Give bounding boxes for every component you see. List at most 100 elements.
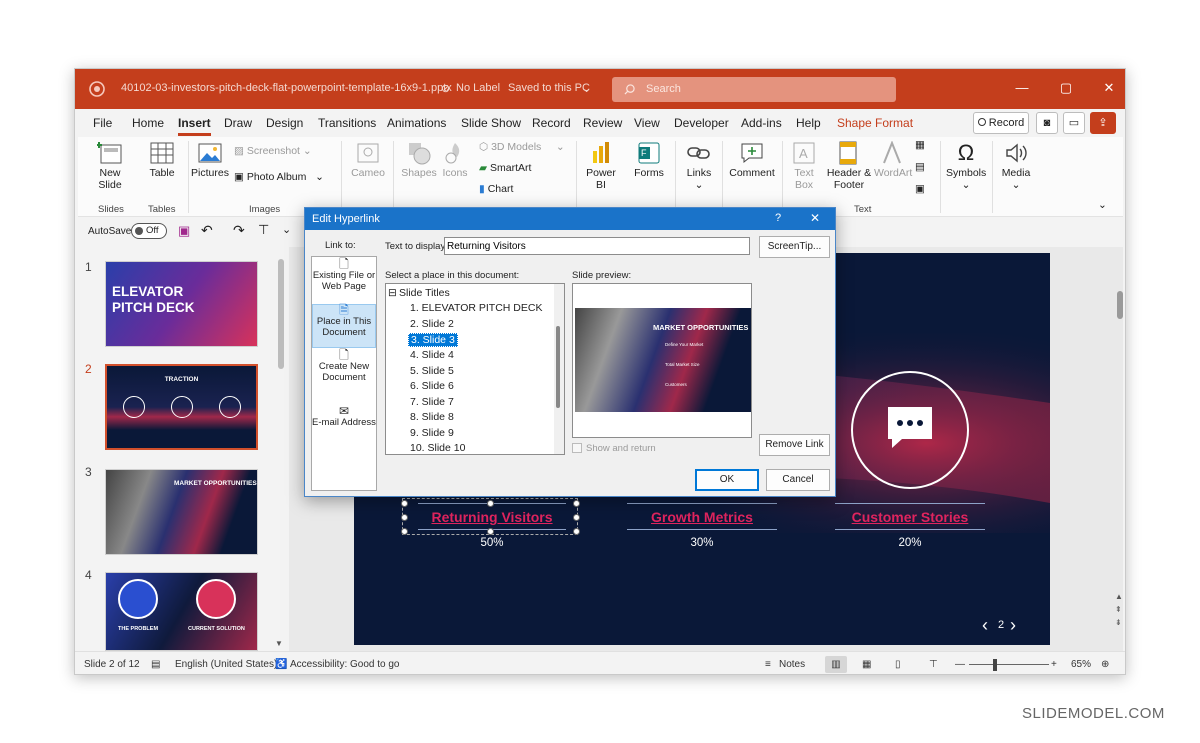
tree-root[interactable]: Slide Titles: [399, 287, 450, 299]
close-icon[interactable]: ✕: [1099, 80, 1119, 96]
resize-handle[interactable]: [401, 514, 408, 521]
tab-developer[interactable]: Developer: [674, 116, 729, 130]
tab-file[interactable]: File: [93, 116, 112, 130]
document-places-list[interactable]: ⊟ Slide Titles 1. ELEVATOR PITCH DECK 2.…: [385, 283, 565, 455]
smartart-button[interactable]: ▰ SmartArt: [479, 162, 531, 174]
search-box[interactable]: Search: [612, 77, 896, 102]
slide-thumbnail-2[interactable]: TRACTION: [105, 364, 258, 450]
thumbnail-scrollbar[interactable]: [278, 259, 284, 369]
show-and-return-checkbox[interactable]: [572, 443, 582, 453]
tab-help[interactable]: Help: [796, 116, 821, 130]
accessibility-status[interactable]: Accessibility: Good to go: [290, 659, 400, 670]
list-item[interactable]: 8. Slide 8: [410, 411, 454, 423]
present-icon[interactable]: ⊤: [258, 222, 269, 238]
tab-shape-format[interactable]: Shape Format: [837, 116, 913, 130]
scroll-up-icon[interactable]: ▲: [1115, 592, 1123, 601]
customize-icon[interactable]: ⌄: [282, 223, 291, 236]
slide-thumbnail-3[interactable]: MARKET OPPORTUNITIES: [105, 469, 258, 555]
tab-view[interactable]: View: [634, 116, 660, 130]
tab-review[interactable]: Review: [583, 116, 622, 130]
tab-insert[interactable]: Insert: [178, 116, 211, 136]
reading-view-icon[interactable]: ▯: [895, 659, 901, 670]
zoom-slider[interactable]: [969, 664, 1049, 665]
resize-handle[interactable]: [487, 500, 494, 507]
slideshow-view-icon[interactable]: ⊤: [929, 659, 938, 670]
next-slide-icon[interactable]: ⇟: [1115, 618, 1122, 627]
resize-handle[interactable]: [573, 514, 580, 521]
notes-button[interactable]: Notes: [779, 659, 805, 670]
date-time-icon[interactable]: ▦: [915, 139, 925, 151]
icons-button[interactable]: Icons: [439, 141, 471, 179]
nav-email-address[interactable]: ✉ E-mail Address: [312, 405, 376, 436]
resize-handle[interactable]: [573, 528, 580, 535]
object-icon[interactable]: ▣: [915, 183, 925, 195]
share-icon[interactable]: ⇪: [1090, 112, 1116, 134]
wordart-button[interactable]: WordArt: [874, 141, 912, 179]
comment-button[interactable]: Comment: [729, 141, 775, 179]
forms-button[interactable]: F Forms: [631, 141, 667, 179]
text-box-button[interactable]: A Text Box: [788, 141, 820, 191]
camera-icon[interactable]: ◙: [1036, 112, 1058, 134]
tab-draw[interactable]: Draw: [224, 116, 252, 130]
tab-animations[interactable]: Animations: [387, 116, 446, 130]
tab-slide-show[interactable]: Slide Show: [461, 116, 521, 130]
resize-handle[interactable]: [401, 500, 408, 507]
list-item[interactable]: 9. Slide 9: [410, 427, 454, 439]
cancel-button[interactable]: Cancel: [766, 469, 830, 491]
resize-handle[interactable]: [487, 528, 494, 535]
photo-album-button[interactable]: ▣ Photo Album ⌄: [234, 171, 324, 183]
header-footer-button[interactable]: Header & Footer: [826, 141, 871, 191]
vertical-scrollbar[interactable]: [1117, 291, 1123, 319]
screentip-button[interactable]: ScreenTip...: [759, 236, 830, 258]
symbols-button[interactable]: Ω Symbols ⌄: [946, 141, 986, 192]
nav-existing-file[interactable]: 🗋 Existing File or Web Page: [312, 258, 376, 301]
sensitivity-label[interactable]: No Label: [456, 82, 500, 94]
help-button[interactable]: ?: [775, 212, 781, 224]
resize-handle[interactable]: [401, 528, 408, 535]
cameo-button[interactable]: Cameo: [350, 141, 386, 179]
list-item[interactable]: 6. Slide 6: [410, 380, 454, 392]
close-icon[interactable]: ✕: [810, 211, 820, 225]
zoom-level[interactable]: 65%: [1071, 659, 1091, 670]
table-button[interactable]: Table: [144, 141, 180, 179]
nav-create-new-document[interactable]: 🗋 Create New Document: [312, 349, 376, 392]
prev-slide-icon[interactable]: ⇞: [1115, 605, 1122, 614]
list-item-selected[interactable]: 3. Slide 3: [408, 333, 458, 347]
save-icon[interactable]: ▣: [178, 223, 190, 239]
accessibility-icon[interactable]: ♿: [275, 659, 287, 670]
chevron-down-icon[interactable]: ⌄: [582, 82, 591, 95]
spellcheck-icon[interactable]: ▤: [151, 659, 160, 670]
minimize-icon[interactable]: —: [1012, 80, 1032, 95]
undo-icon[interactable]: ↶: [201, 222, 213, 239]
maximize-icon[interactable]: ▢: [1056, 80, 1076, 96]
scroll-down-icon[interactable]: ▼: [275, 639, 283, 648]
stat-link[interactable]: Customer Stories: [835, 509, 985, 525]
tab-transitions[interactable]: Transitions: [318, 116, 376, 130]
power-bi-button[interactable]: Power BI: [583, 141, 619, 191]
zoom-thumb[interactable]: [993, 659, 997, 671]
links-button[interactable]: Links ⌄: [681, 141, 717, 191]
fit-to-window-icon[interactable]: ⊕: [1101, 659, 1109, 670]
list-item[interactable]: 1. ELEVATOR PITCH DECK: [410, 302, 542, 314]
slide-thumbnail-1[interactable]: ELEVATOR PITCH DECK: [105, 261, 258, 347]
list-item[interactable]: 7. Slide 7: [410, 396, 454, 408]
slide-counter[interactable]: Slide 2 of 12: [84, 659, 140, 670]
new-slide-button[interactable]: New Slide: [90, 141, 130, 191]
tab-design[interactable]: Design: [266, 116, 303, 130]
collapse-ribbon-icon[interactable]: ⌄: [1098, 199, 1107, 211]
comments-icon[interactable]: ▭: [1063, 112, 1085, 134]
remove-link-button[interactable]: Remove Link: [759, 434, 830, 456]
3d-models-button[interactable]: ⬡ 3D Models ⌄: [479, 141, 565, 153]
notes-icon[interactable]: ≡: [765, 659, 771, 670]
nav-place-in-document[interactable]: 🗎 Place in This Document: [312, 304, 376, 348]
resize-handle[interactable]: [573, 500, 580, 507]
list-item[interactable]: 2. Slide 2: [410, 318, 454, 330]
zoom-out-icon[interactable]: —: [955, 659, 965, 670]
zoom-in-icon[interactable]: +: [1051, 659, 1057, 670]
stat-link[interactable]: Growth Metrics: [627, 509, 777, 525]
record-button[interactable]: Record: [973, 112, 1029, 134]
slide-sorter-icon[interactable]: ▦: [862, 659, 871, 670]
ok-button[interactable]: OK: [695, 469, 759, 491]
list-scrollbar[interactable]: [554, 284, 564, 454]
slide-thumbnail-4[interactable]: THE PROBLEM CURRENT SOLUTION: [105, 572, 258, 651]
